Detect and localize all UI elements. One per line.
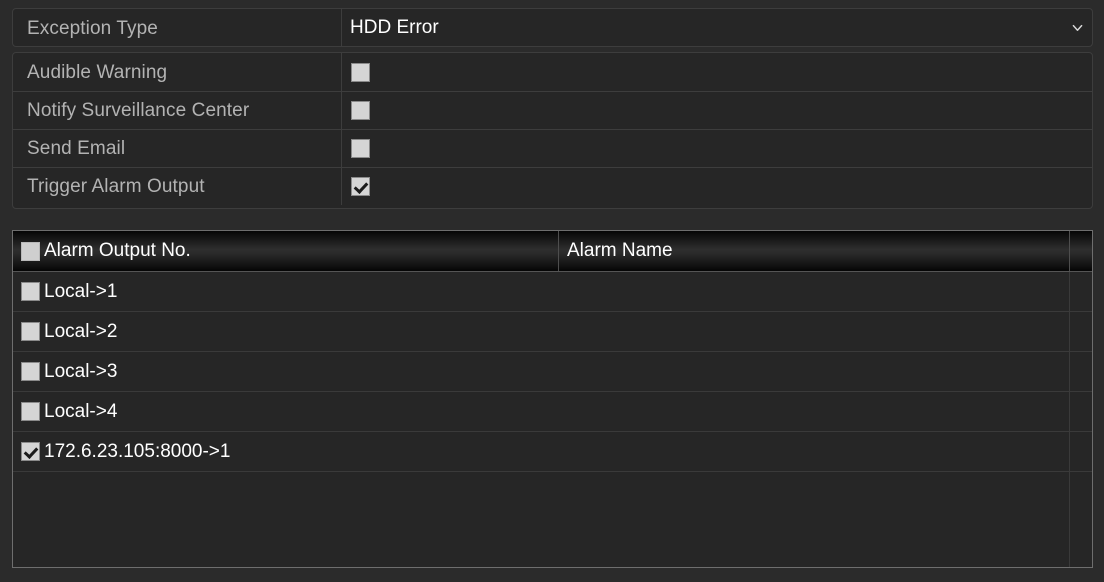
column-divider-3	[1069, 272, 1070, 567]
audible-warning-checkbox[interactable]	[351, 62, 370, 82]
alarm-name-cell	[558, 272, 1069, 311]
alarm-name-cell	[558, 392, 1069, 431]
notify-surveillance-center-cell	[341, 92, 1092, 129]
alarm-extra-cell	[1069, 312, 1092, 351]
send-email-row: Send Email	[13, 129, 1092, 167]
alarm-output-no-text: Local->4	[44, 401, 118, 422]
exception-type-row: Exception Type HDD Error	[13, 9, 1092, 47]
alarm-extra-cell	[1069, 432, 1092, 471]
alarm-output-no-cell: 172.6.23.105:8000->1	[13, 432, 558, 471]
column-header-alarm-name[interactable]: Alarm Name	[558, 231, 1069, 271]
alarm-name-cell	[558, 432, 1069, 471]
chevron-down-icon	[1072, 24, 1083, 31]
alarm-output-no-text: 172.6.23.105:8000->1	[44, 441, 231, 462]
alarm-output-table: Alarm Output No. Alarm Name Local->1 Loc…	[12, 230, 1093, 568]
column-header-alarm-output-no[interactable]: Alarm Output No.	[13, 231, 558, 271]
send-email-checkbox[interactable]	[351, 139, 370, 158]
trigger-actions-panel: Audible Warning Notify Surveillance Cent…	[12, 52, 1093, 209]
alarm-output-no-text: Local->3	[44, 361, 118, 382]
column-header-extra[interactable]	[1069, 231, 1092, 271]
exception-type-value: HDD Error	[350, 17, 439, 38]
alarm-output-no-cell: Local->3	[13, 352, 558, 391]
row-checkbox[interactable]	[21, 442, 40, 461]
exception-type-label: Exception Type	[27, 18, 158, 38]
alarm-output-no-text: Local->2	[44, 321, 118, 342]
send-email-cell	[341, 130, 1092, 167]
alarm-output-no-cell: Local->4	[13, 392, 558, 431]
table-row[interactable]: Local->3	[13, 352, 1092, 392]
send-email-label: Send Email	[27, 139, 126, 158]
row-checkbox[interactable]	[21, 322, 40, 341]
row-checkbox[interactable]	[21, 402, 40, 421]
trigger-alarm-output-label: Trigger Alarm Output	[27, 177, 205, 196]
column-header-alarm-name-label: Alarm Name	[567, 240, 673, 261]
audible-warning-cell	[341, 53, 1092, 91]
trigger-alarm-output-checkbox[interactable]	[351, 177, 370, 196]
alarm-extra-cell	[1069, 352, 1092, 391]
row-checkbox[interactable]	[21, 282, 40, 301]
alarm-output-no-cell: Local->1	[13, 272, 558, 311]
alarm-name-cell	[558, 312, 1069, 351]
notify-surveillance-center-checkbox[interactable]	[351, 101, 370, 120]
audible-warning-label: Audible Warning	[27, 62, 168, 82]
select-all-checkbox[interactable]	[21, 241, 40, 261]
table-row[interactable]: 172.6.23.105:8000->1	[13, 432, 1092, 472]
alarm-output-no-text: Local->1	[44, 281, 118, 302]
table-row[interactable]: Local->2	[13, 312, 1092, 352]
alarm-name-cell	[558, 352, 1069, 391]
alarm-output-no-cell: Local->2	[13, 312, 558, 351]
row-checkbox[interactable]	[21, 362, 40, 381]
exception-settings-screen: Exception Type HDD Error Audible Warning…	[0, 0, 1104, 582]
trigger-alarm-output-cell	[341, 168, 1092, 205]
exception-type-dropdown[interactable]: HDD Error	[341, 9, 1092, 47]
notify-surveillance-center-label: Notify Surveillance Center	[27, 101, 250, 120]
alarm-extra-cell	[1069, 392, 1092, 431]
alarm-output-table-header: Alarm Output No. Alarm Name	[13, 231, 1092, 272]
exception-type-panel: Exception Type HDD Error	[12, 8, 1093, 47]
table-row[interactable]: Local->4	[13, 392, 1092, 432]
table-row[interactable]: Local->1	[13, 272, 1092, 312]
notify-surveillance-center-row: Notify Surveillance Center	[13, 91, 1092, 129]
trigger-alarm-output-row: Trigger Alarm Output	[13, 167, 1092, 205]
column-header-alarm-output-no-label: Alarm Output No.	[44, 240, 191, 261]
audible-warning-row: Audible Warning	[13, 53, 1092, 91]
alarm-extra-cell	[1069, 272, 1092, 311]
